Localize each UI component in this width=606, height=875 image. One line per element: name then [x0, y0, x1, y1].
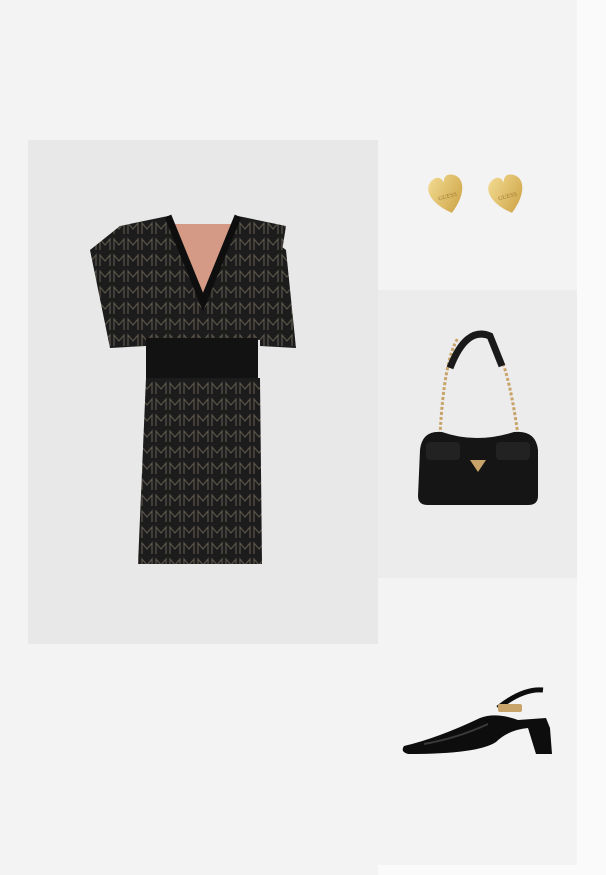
dress-product-tile[interactable] [28, 140, 378, 644]
bag-product-tile[interactable] [378, 290, 577, 578]
background-panel [28, 644, 378, 875]
background-panel [577, 0, 606, 875]
background-panel [378, 865, 606, 875]
earrings-product-tile[interactable]: GUESS GUESS [378, 0, 577, 290]
shoulder-bag-image [418, 330, 538, 505]
heart-earrings-image: GUESS GUESS [428, 174, 523, 213]
dress-image [90, 214, 296, 564]
background-panel [0, 140, 28, 875]
shoe-product-tile[interactable] [378, 578, 577, 865]
background-panel [0, 0, 378, 140]
slingback-pump-image [402, 687, 552, 754]
outfit-collage: GUESS GUESS [0, 0, 606, 875]
